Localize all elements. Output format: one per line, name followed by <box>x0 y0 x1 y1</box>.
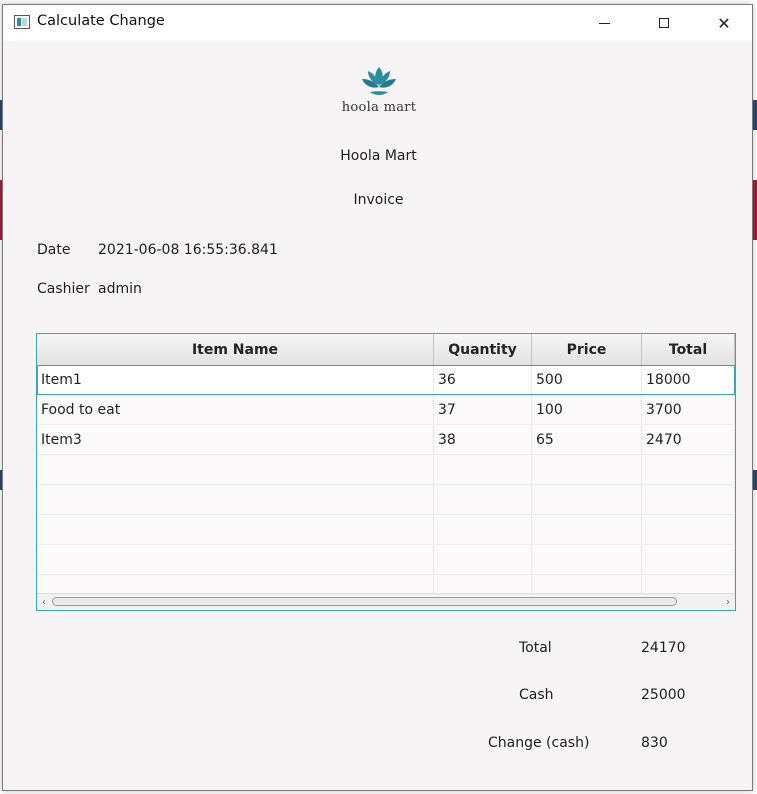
horizontal-scrollbar[interactable]: ‹ › <box>37 593 735 610</box>
title-bar[interactable]: Calculate Change ✕ <box>3 5 752 41</box>
date-value: 2021-06-08 16:55:36.841 <box>98 242 278 258</box>
calculate-change-window: Calculate Change ✕ hoola mart Hoola Mart… <box>2 4 753 791</box>
cell-price: 500 <box>532 365 642 394</box>
scroll-thumb[interactable] <box>52 597 677 606</box>
window-title: Calculate Change <box>37 13 165 29</box>
minimize-icon <box>598 22 610 24</box>
table-body: Item1 36 500 18000 Food to eat 37 100 37… <box>37 365 735 605</box>
change-value: 830 <box>641 735 668 751</box>
store-logo: hoola mart <box>339 65 419 115</box>
cashier-label: Cashier <box>37 281 90 297</box>
empty-row <box>37 545 735 575</box>
cell-total: 18000 <box>642 365 735 394</box>
maximize-icon <box>659 18 669 28</box>
scroll-right-icon[interactable]: › <box>721 594 735 610</box>
column-header-quantity[interactable]: Quantity <box>434 334 532 365</box>
total-value: 24170 <box>641 640 686 656</box>
empty-row <box>37 515 735 545</box>
cell-item-name: Food to eat <box>37 395 434 424</box>
cell-total: 3700 <box>642 395 735 424</box>
column-header-total[interactable]: Total <box>642 334 735 365</box>
cashier-value: admin <box>98 281 142 297</box>
table-row[interactable]: Item3 38 65 2470 <box>37 425 735 455</box>
cell-total: 2470 <box>642 425 735 454</box>
cell-quantity: 36 <box>434 365 532 394</box>
cell-price: 100 <box>532 395 642 424</box>
close-icon: ✕ <box>717 13 731 33</box>
cell-item-name: Item3 <box>37 425 434 454</box>
store-name: Hoola Mart <box>340 148 417 164</box>
table-row[interactable]: Item1 36 500 18000 <box>37 365 735 395</box>
cell-item-name: Item1 <box>37 365 434 394</box>
invoice-title: Invoice <box>353 192 404 208</box>
empty-row <box>37 455 735 485</box>
cash-label: Cash <box>519 687 554 703</box>
logo-text: hoola mart <box>341 100 417 115</box>
app-icon <box>14 15 30 29</box>
close-button[interactable]: ✕ <box>695 5 753 41</box>
invoice-table[interactable]: Item Name Quantity Price Total Item1 36 … <box>36 333 736 611</box>
empty-row <box>37 485 735 515</box>
column-header-item-name[interactable]: Item Name <box>37 334 434 365</box>
scroll-left-icon[interactable]: ‹ <box>37 594 51 610</box>
maximize-button[interactable] <box>635 5 693 41</box>
change-label: Change (cash) <box>488 735 590 751</box>
cell-quantity: 37 <box>434 395 532 424</box>
table-row[interactable]: Food to eat 37 100 3700 <box>37 395 735 425</box>
cell-quantity: 38 <box>434 425 532 454</box>
cash-value: 25000 <box>641 687 686 703</box>
lotus-icon <box>362 67 396 95</box>
total-label: Total <box>519 640 552 656</box>
minimize-button[interactable] <box>575 5 633 41</box>
cell-price: 65 <box>532 425 642 454</box>
table-header: Item Name Quantity Price Total <box>37 334 735 366</box>
date-label: Date <box>37 242 71 258</box>
column-header-price[interactable]: Price <box>532 334 642 365</box>
